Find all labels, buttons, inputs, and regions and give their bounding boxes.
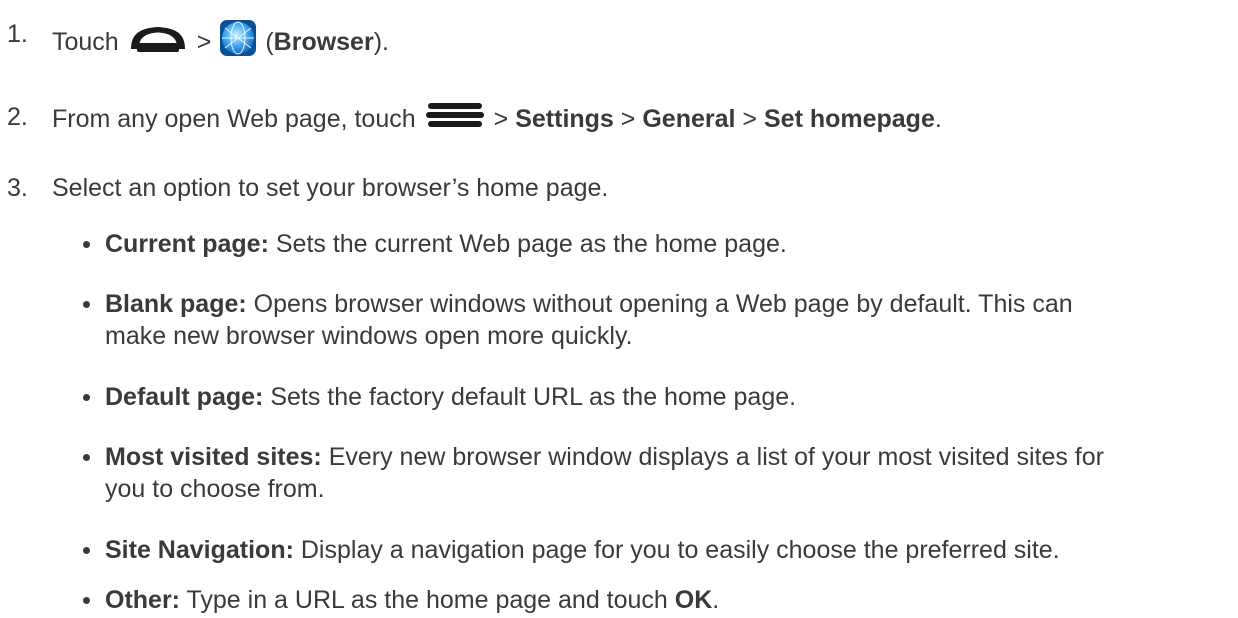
option-desc: Opens browser windows without opening a … bbox=[253, 290, 1073, 318]
option-label: Site Navigation: bbox=[105, 536, 294, 564]
option-text: Site Navigation: Display a navigation pa… bbox=[105, 535, 1060, 565]
option-text: Current page: Sets the current Web page … bbox=[105, 229, 787, 259]
option-text: Default page: Sets the factory default U… bbox=[105, 382, 796, 412]
option-label: Default page: bbox=[105, 383, 264, 411]
step-text: From any open Web page, touch bbox=[52, 104, 416, 133]
bullet-icon bbox=[83, 547, 90, 554]
separator: > bbox=[620, 104, 636, 133]
option-label: Current page: bbox=[105, 230, 269, 258]
home-icon bbox=[127, 23, 189, 60]
option-desc-cont: make new browser windows open more quick… bbox=[105, 322, 633, 350]
ok-label: OK bbox=[674, 586, 713, 614]
bullet-icon bbox=[83, 454, 90, 461]
option-text: Blank page: Opens browser windows withou… bbox=[105, 289, 1073, 319]
step-2-text: From any open Web page, touch > Settings… bbox=[52, 102, 942, 135]
step-text: Select an option to set your browser’s h… bbox=[52, 174, 609, 202]
browser-globe-icon bbox=[219, 19, 257, 64]
option-desc: Display a navigation page for you to eas… bbox=[300, 536, 1060, 564]
set-homepage-label: Set homepage bbox=[763, 104, 935, 133]
separator: > bbox=[196, 27, 212, 56]
step-number: 3. bbox=[7, 174, 28, 202]
general-label: General bbox=[642, 104, 736, 133]
step-text: Touch bbox=[52, 27, 119, 56]
step-number: 2. bbox=[7, 103, 28, 131]
end-punct: . bbox=[934, 104, 942, 133]
step-1-text: Touch > (Browser). bbox=[52, 19, 389, 64]
separator: > bbox=[742, 104, 758, 133]
close-text: ). bbox=[373, 27, 389, 56]
option-text: Other: Type in a URL as the home page an… bbox=[105, 585, 719, 615]
separator: > bbox=[493, 104, 509, 133]
option-desc: Sets the factory default URL as the home… bbox=[270, 383, 797, 411]
option-label: Most visited sites: bbox=[105, 443, 322, 471]
bullet-icon bbox=[83, 301, 90, 308]
bullet-icon bbox=[83, 241, 90, 248]
menu-icon bbox=[424, 102, 486, 135]
option-desc: Type in a URL as the home page and touch bbox=[186, 586, 668, 614]
option-desc: Sets the current Web page as the home pa… bbox=[275, 230, 787, 258]
option-label: Blank page: bbox=[105, 290, 247, 318]
settings-label: Settings bbox=[515, 104, 614, 133]
bullet-icon bbox=[83, 394, 90, 401]
option-desc: Every new browser window displays a list… bbox=[328, 443, 1104, 471]
browser-label: Browser bbox=[273, 27, 374, 56]
option-label: Other: bbox=[105, 586, 180, 614]
option-desc-cont: you to choose from. bbox=[105, 475, 325, 503]
step-number: 1. bbox=[7, 20, 28, 48]
end-punct: . bbox=[712, 586, 720, 614]
bullet-icon bbox=[83, 597, 90, 604]
option-text: Most visited sites: Every new browser wi… bbox=[105, 442, 1104, 472]
paren: ( bbox=[265, 27, 274, 56]
